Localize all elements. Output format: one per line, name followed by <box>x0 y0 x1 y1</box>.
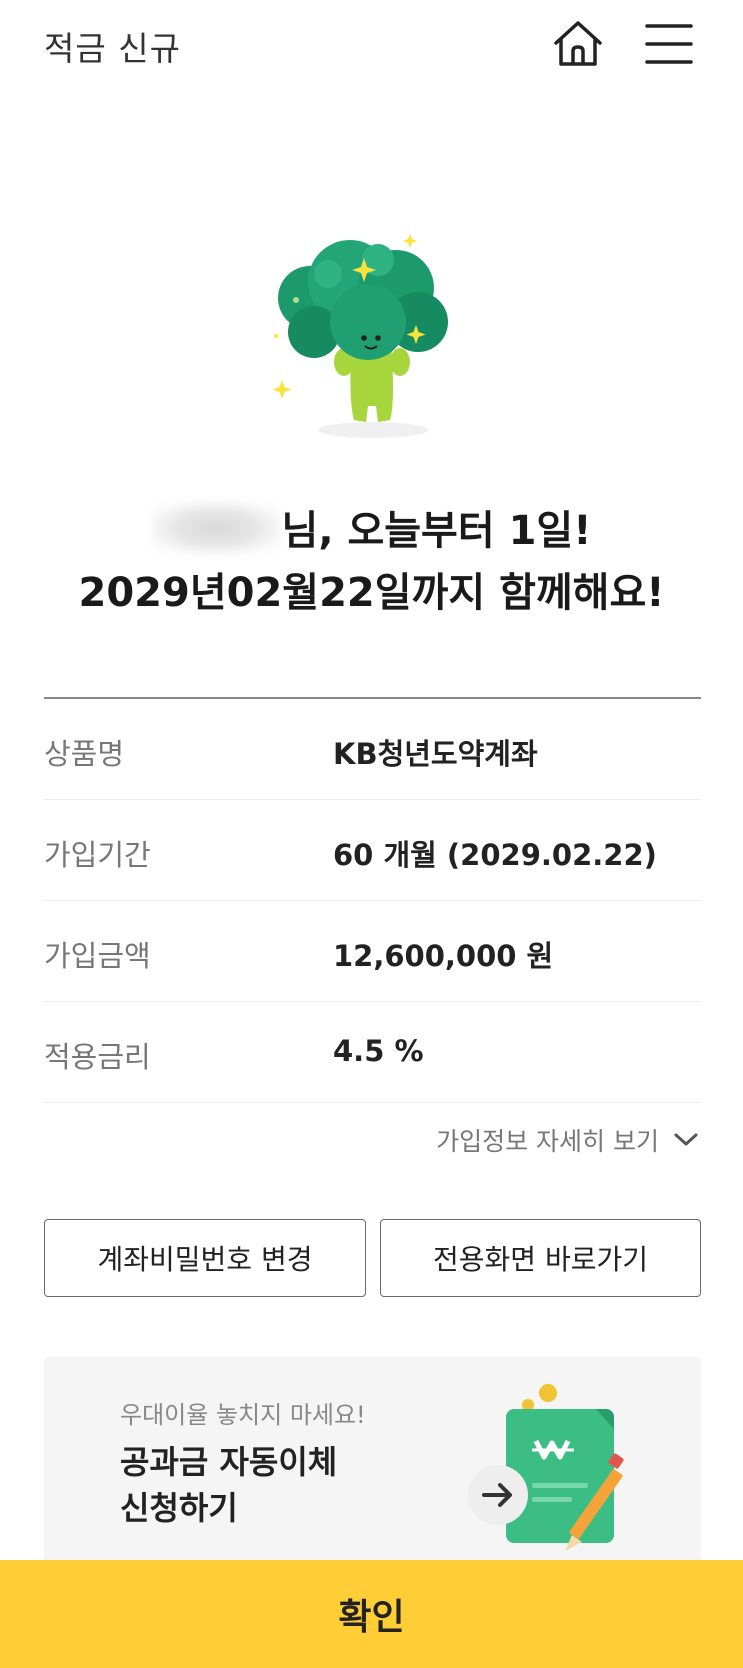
account-info-table: 상품명 KB청년도약계좌 가입기간 60 개월 (2029.02.22) 가입금… <box>44 697 701 1103</box>
change-account-password-button[interactable]: 계좌비밀번호 변경 <box>44 1219 366 1297</box>
banner-title-line-1: 공과금 자동이체 <box>120 1443 338 1481</box>
top-bar: 적금 신규 <box>0 0 743 88</box>
masked-customer-name <box>151 502 280 554</box>
home-icon <box>554 21 602 66</box>
info-value: 60 개월 (2029.02.22) <box>333 838 657 872</box>
info-row-amount: 가입금액 12,600,000 원 <box>44 901 701 1002</box>
headline-line-2: 2029년02월22일까지 함께해요! <box>78 570 665 616</box>
view-details-link[interactable]: 가입정보 자세히 보기 <box>436 1122 699 1158</box>
hamburger-menu-icon <box>645 24 693 64</box>
page-title: 적금 신규 <box>44 29 181 68</box>
menu-button[interactable] <box>644 20 694 68</box>
info-row-product-name: 상품명 KB청년도약계좌 <box>44 699 701 800</box>
info-row-period: 가입기간 60 개월 (2029.02.22) <box>44 800 701 901</box>
welcome-headline: 님, 오늘부터 1일! 2029년02월22일까지 함께해요! <box>0 500 743 624</box>
info-value: KB청년도약계좌 <box>333 737 538 771</box>
view-details-label: 가입정보 자세히 보기 <box>436 1127 659 1156</box>
banner-title-line-2: 신청하기 <box>120 1489 238 1527</box>
confirm-button[interactable]: 확인 <box>0 1560 743 1668</box>
bill-document-illustration <box>462 1383 652 1563</box>
home-button[interactable] <box>550 18 606 70</box>
broccoli-mascot-illustration <box>268 230 478 445</box>
info-label: 가입금액 <box>44 939 151 973</box>
go-to-dedicated-screen-button[interactable]: 전용화면 바로가기 <box>380 1219 701 1297</box>
info-value: 4.5 % <box>333 1034 424 1068</box>
auto-transfer-promo-banner[interactable]: 우대이율 놓치지 마세요! 공과금 자동이체 신청하기 <box>44 1357 701 1567</box>
banner-subtitle: 우대이율 놓치지 마세요! <box>120 1401 366 1429</box>
headline-line-1: 님, 오늘부터 1일! <box>0 500 743 562</box>
info-value: 12,600,000 원 <box>333 939 554 973</box>
headline-line-1-text: 님, 오늘부터 1일! <box>281 508 592 554</box>
chevron-down-icon <box>674 1133 698 1146</box>
info-label: 상품명 <box>44 737 125 771</box>
info-row-interest-rate: 적용금리 4.5 % <box>44 1002 701 1103</box>
info-label: 적용금리 <box>44 1040 151 1074</box>
info-label: 가입기간 <box>44 838 151 872</box>
banner-title: 공과금 자동이체 신청하기 <box>120 1439 337 1531</box>
